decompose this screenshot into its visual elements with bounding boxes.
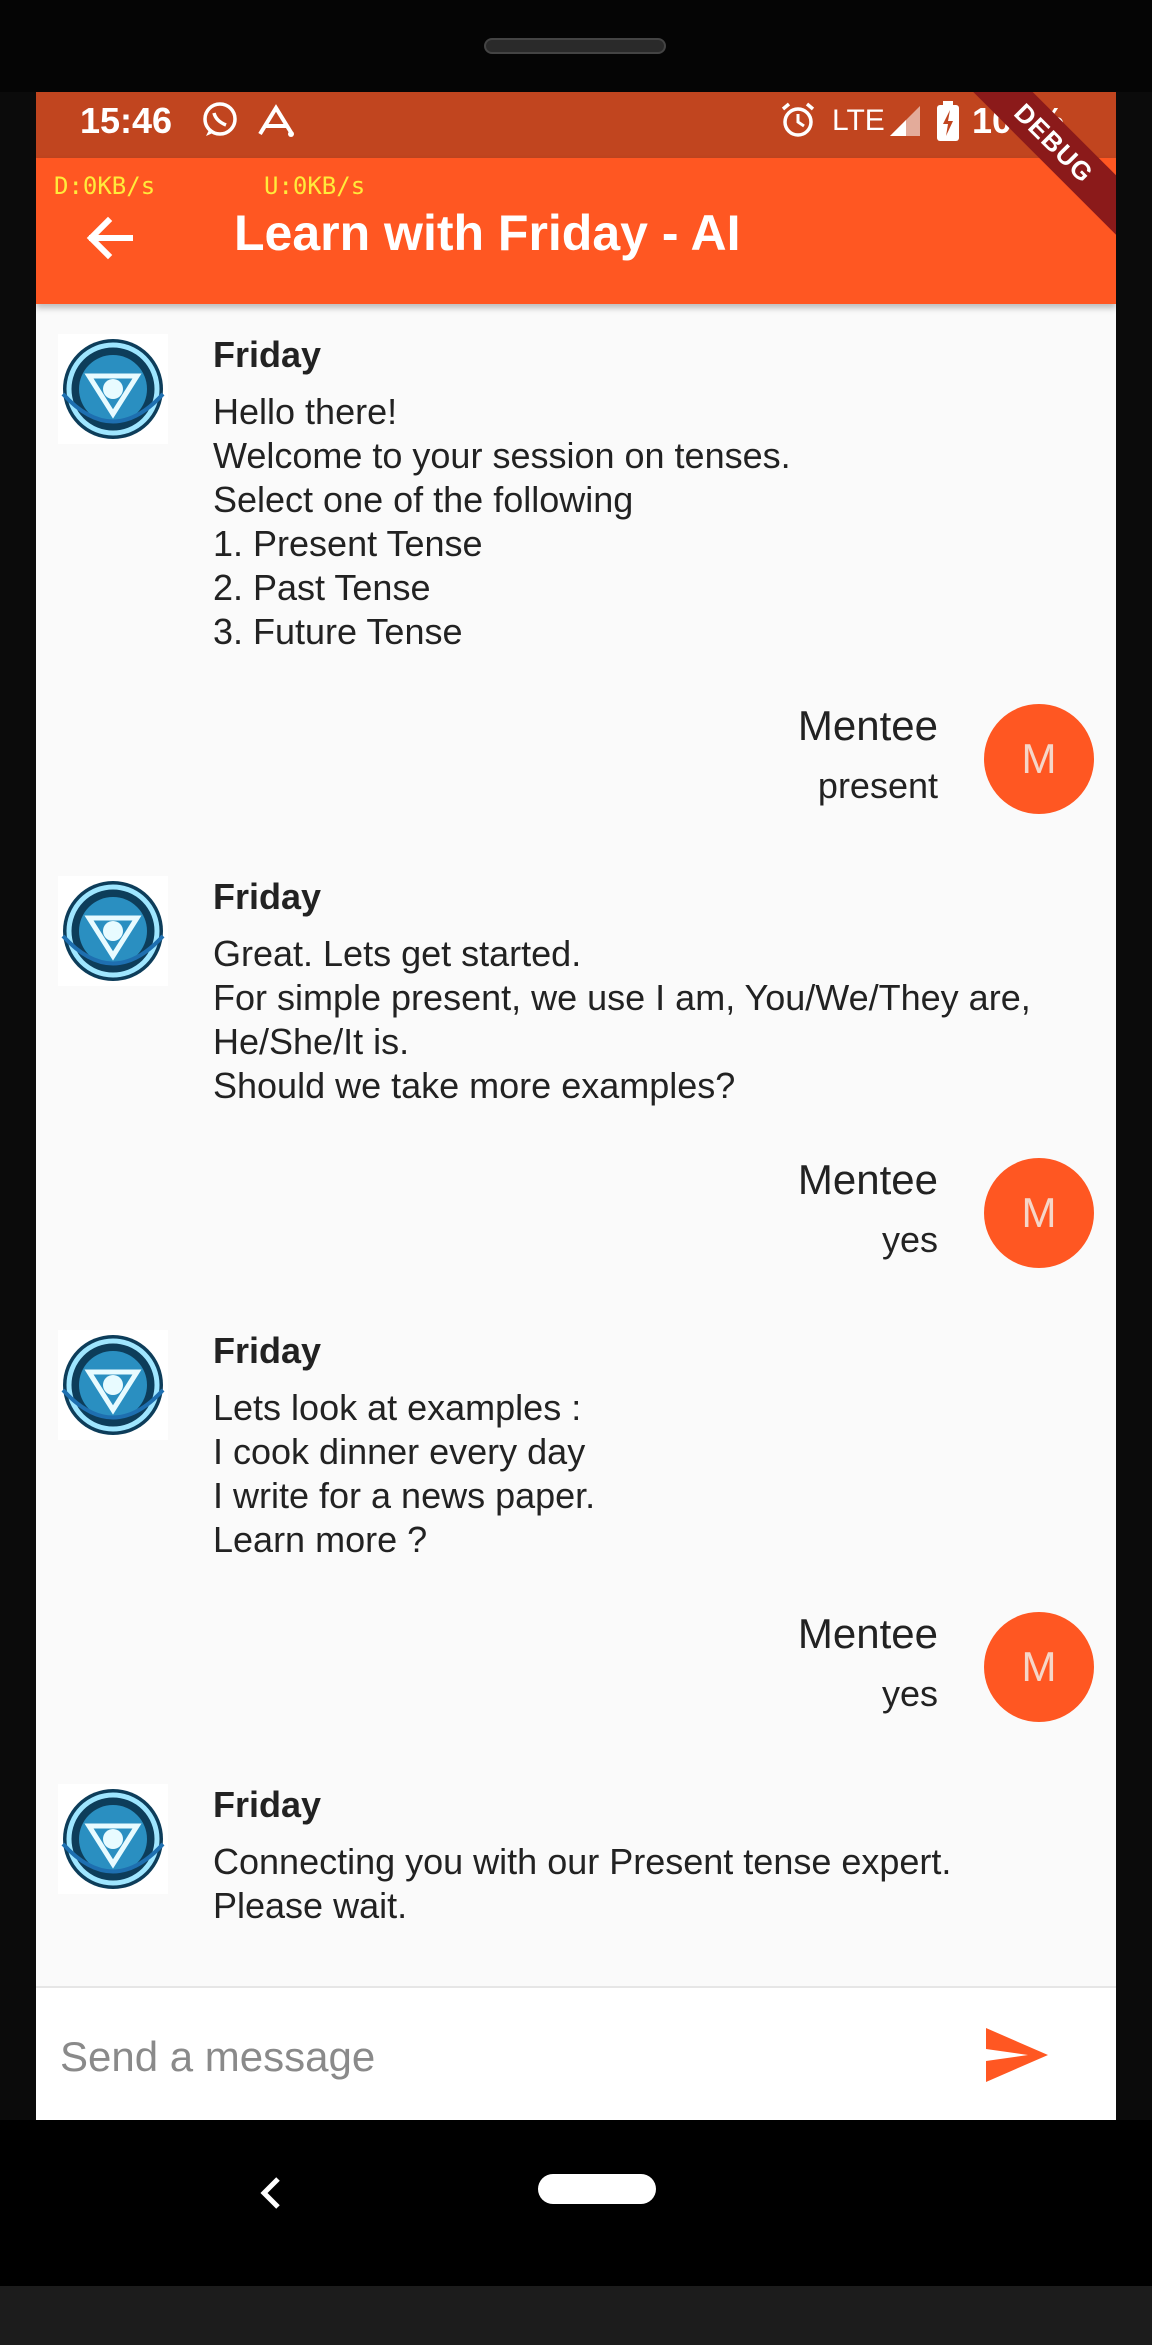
avatar: M xyxy=(984,1612,1094,1722)
message-text: yes xyxy=(881,1673,938,1714)
avatar: M xyxy=(984,1158,1094,1268)
status-bar: 15:46 LTE 100% xyxy=(36,92,1116,158)
message-sender: Friday xyxy=(213,1330,322,1371)
send-button[interactable] xyxy=(982,2024,1052,2086)
download-speed: D:0KB/s xyxy=(54,172,156,200)
device-bezel-top xyxy=(0,0,1152,92)
back-button[interactable] xyxy=(80,208,140,268)
message-text: present xyxy=(817,765,938,806)
avatar: M xyxy=(984,704,1094,814)
message-sender: Mentee xyxy=(797,1610,938,1657)
message-text: Hello there! Welcome to your session on … xyxy=(213,391,791,652)
message-sender: Mentee xyxy=(797,702,938,749)
network-type: LTE xyxy=(832,104,885,137)
message-sender: Friday xyxy=(213,1784,322,1825)
message-text: Connecting you with our Present tense ex… xyxy=(213,1841,952,1926)
message-text: yes xyxy=(881,1219,938,1260)
system-navigation-bar xyxy=(0,2120,1152,2286)
signal-icon xyxy=(888,104,924,146)
arc-reactor-icon xyxy=(58,1330,168,1440)
alarm-icon xyxy=(778,100,818,148)
message-sender: Friday xyxy=(213,334,322,375)
earpiece-speaker xyxy=(484,38,666,54)
arc-reactor-icon xyxy=(58,876,168,986)
arrow-left-icon xyxy=(86,216,133,260)
message-composer xyxy=(36,1986,1116,2120)
message-input[interactable] xyxy=(58,2016,962,2098)
app-screen: 15:46 LTE 100% D:0KB/s U:0KB/s Learn wit… xyxy=(36,92,1116,2120)
whatsapp-icon xyxy=(200,100,240,148)
message-sender: Mentee xyxy=(797,1156,938,1203)
battery-charging-icon xyxy=(936,100,960,150)
chat-message-list[interactable]: Friday Hello there! Welcome to your sess… xyxy=(36,304,1116,2078)
arc-reactor-icon xyxy=(58,334,168,444)
app-bar: D:0KB/s U:0KB/s Learn with Friday - AI xyxy=(36,158,1116,304)
nav-home-button[interactable] xyxy=(538,2174,656,2204)
message-sender: Friday xyxy=(213,876,322,917)
upload-speed: U:0KB/s xyxy=(264,172,366,200)
app-notification-icon xyxy=(256,104,296,146)
chevron-left-icon xyxy=(260,2177,280,2209)
send-icon xyxy=(986,2028,1048,2082)
message-text: Lets look at examples : I cook dinner ev… xyxy=(213,1387,596,1560)
nav-back-button[interactable] xyxy=(256,2170,286,2225)
status-time: 15:46 xyxy=(80,100,173,141)
arc-reactor-icon xyxy=(58,1784,168,1894)
page-title: Learn with Friday - AI xyxy=(234,205,741,261)
message-text: Great. Lets get started. For simple pres… xyxy=(213,933,1031,1106)
device-bezel-bottom xyxy=(0,2286,1152,2345)
